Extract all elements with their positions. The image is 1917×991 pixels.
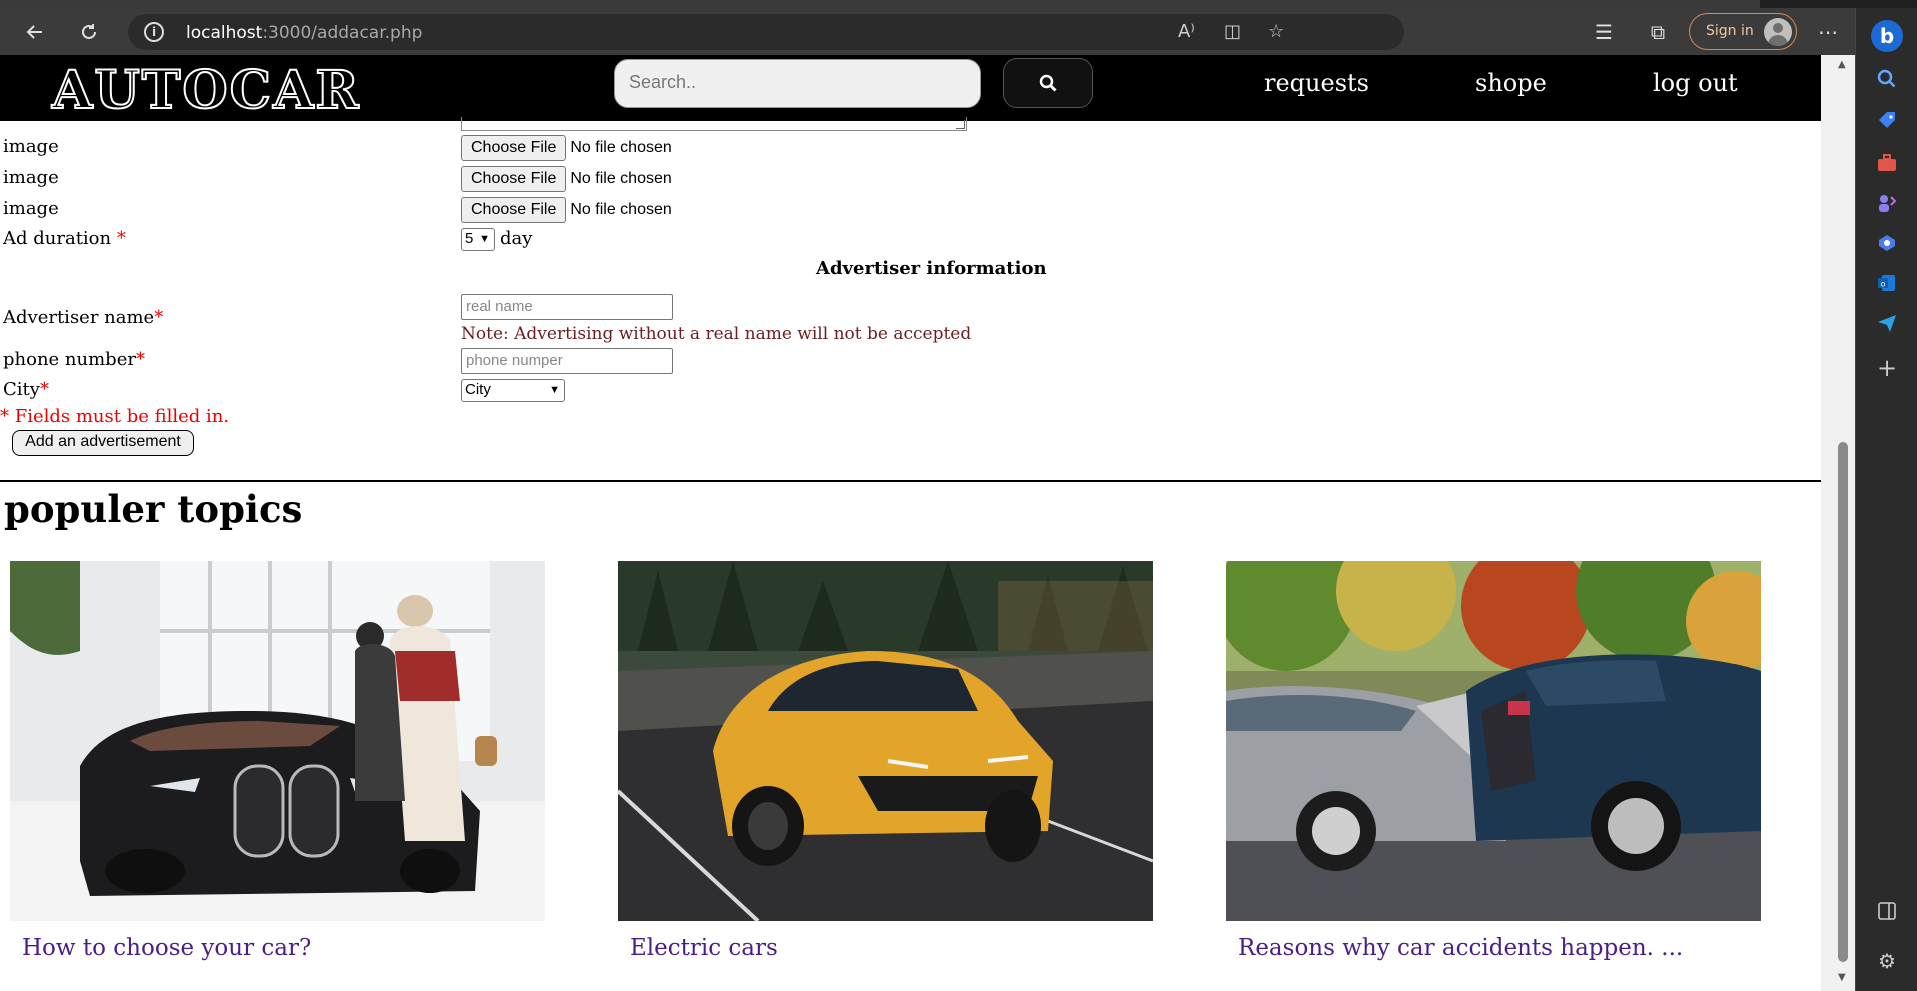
advertiser-section-title: Advertiser information <box>816 258 1047 279</box>
image-file-input-2[interactable]: Choose File No file chosen <box>461 166 672 192</box>
file-status: No file chosen <box>570 139 672 156</box>
topic-link-1[interactable]: How to choose your car? <box>22 935 311 961</box>
topic-card-image-3[interactable] <box>1226 561 1761 921</box>
drop-send-icon[interactable] <box>1874 310 1900 336</box>
tools-icon[interactable] <box>1874 150 1900 176</box>
add-sidebar-app-icon[interactable]: + <box>1874 354 1900 382</box>
advertiser-name-input[interactable]: real name <box>461 294 673 320</box>
phone-number-input[interactable]: phone numper <box>461 348 673 374</box>
section-divider <box>0 480 1831 482</box>
search-icon[interactable] <box>1874 66 1900 92</box>
games-icon[interactable] <box>1874 190 1900 216</box>
topic-card-image-2[interactable] <box>618 561 1153 921</box>
topic-link-2[interactable]: Electric cars <box>630 935 778 961</box>
browser-tab-strip <box>0 0 1917 8</box>
tab-strip-bg <box>0 0 1760 8</box>
topic-link-3[interactable]: Reasons why car accidents happen. ... <box>1238 935 1683 961</box>
search-input[interactable]: Search.. <box>614 59 981 108</box>
topic-card-image-1[interactable] <box>10 561 545 921</box>
copilot-icon[interactable]: b <box>1871 20 1903 52</box>
image-label-1: image <box>3 136 59 157</box>
advertiser-name-note: Note: Advertising without a real name wi… <box>461 324 972 344</box>
site-header: AUTOCAR Search.. requests shope log out <box>0 55 1821 122</box>
scroll-up-arrow-icon[interactable]: ▲ <box>1838 59 1846 70</box>
image-file-input-1[interactable]: Choose File No file chosen <box>461 135 672 161</box>
read-aloud-icon[interactable]: A⁾ <box>1178 21 1195 42</box>
scrollbar-thumb[interactable] <box>1838 442 1848 962</box>
microsoft-365-icon[interactable] <box>1874 230 1900 256</box>
advertiser-name-label: Advertiser name* <box>3 307 164 328</box>
file-status: No file chosen <box>570 170 672 187</box>
search-icon <box>1039 74 1057 92</box>
profile-avatar-icon <box>1764 18 1792 46</box>
more-menu-icon[interactable]: ⋯ <box>1814 18 1842 46</box>
page-viewport: AUTOCAR Search.. requests shope log out … <box>0 55 1855 991</box>
choose-file-button[interactable]: Choose File <box>461 166 567 192</box>
ad-duration-label: Ad duration * <box>3 228 126 249</box>
reload-icon[interactable] <box>73 16 105 48</box>
add-advertisement-button[interactable]: Add an advertisement <box>12 430 194 456</box>
browser-toolbar: i localhost:3000/addacar.php A⁾ ◫ ☆ ☰ ⧉ … <box>0 8 1917 55</box>
browser-sidebar: b o + ⚙ <box>1855 8 1917 991</box>
scroll-down-arrow-icon[interactable]: ▼ <box>1838 972 1846 983</box>
autocar-logo[interactable]: AUTOCAR <box>51 59 361 122</box>
phone-number-label: phone number* <box>3 349 145 370</box>
search-button[interactable] <box>1003 58 1093 108</box>
favorites-icon[interactable]: ☰ <box>1590 18 1618 46</box>
back-icon[interactable] <box>19 16 51 48</box>
popular-topics-heading: populer topics <box>4 487 303 531</box>
image-label-2: image <box>3 167 59 188</box>
file-status: No file chosen <box>570 201 672 218</box>
hide-sidebar-icon[interactable] <box>1874 898 1900 924</box>
ad-duration-select[interactable]: 5 ▼ <box>461 228 495 251</box>
choose-file-button[interactable]: Choose File <box>461 135 567 161</box>
image-label-3: image <box>3 198 59 219</box>
shopping-tag-icon[interactable] <box>1874 108 1900 134</box>
settings-gear-icon[interactable]: ⚙ <box>1874 948 1900 974</box>
page-scrollbar[interactable]: ▲ ▼ <box>1821 55 1855 991</box>
city-label: City* <box>3 379 49 400</box>
address-bar[interactable]: i localhost:3000/addacar.php A⁾ ◫ ☆ <box>128 14 1404 50</box>
image-file-input-3[interactable]: Choose File No file chosen <box>461 197 672 223</box>
required-fields-note: * Fields must be filled in. <box>0 406 230 427</box>
site-info-icon[interactable]: i <box>144 22 164 42</box>
nav-logout-link[interactable]: log out <box>1653 69 1738 97</box>
outlook-icon[interactable]: o <box>1874 270 1900 296</box>
city-select[interactable]: City ▼ <box>461 379 565 402</box>
collections-icon[interactable]: ⧉ <box>1644 18 1672 46</box>
url-text[interactable]: localhost:3000/addacar.php <box>186 23 422 43</box>
nav-requests-link[interactable]: requests <box>1264 69 1369 97</box>
sign-in-button[interactable]: Sign in <box>1689 13 1797 50</box>
choose-file-button[interactable]: Choose File <box>461 197 567 223</box>
description-textarea[interactable] <box>461 117 967 131</box>
split-screen-icon[interactable]: ◫ <box>1224 21 1241 42</box>
add-favorite-icon[interactable]: ☆ <box>1268 21 1284 42</box>
nav-shope-link[interactable]: shope <box>1475 69 1547 97</box>
ad-duration-unit: day <box>500 228 533 249</box>
svg-text:o: o <box>1881 280 1886 289</box>
